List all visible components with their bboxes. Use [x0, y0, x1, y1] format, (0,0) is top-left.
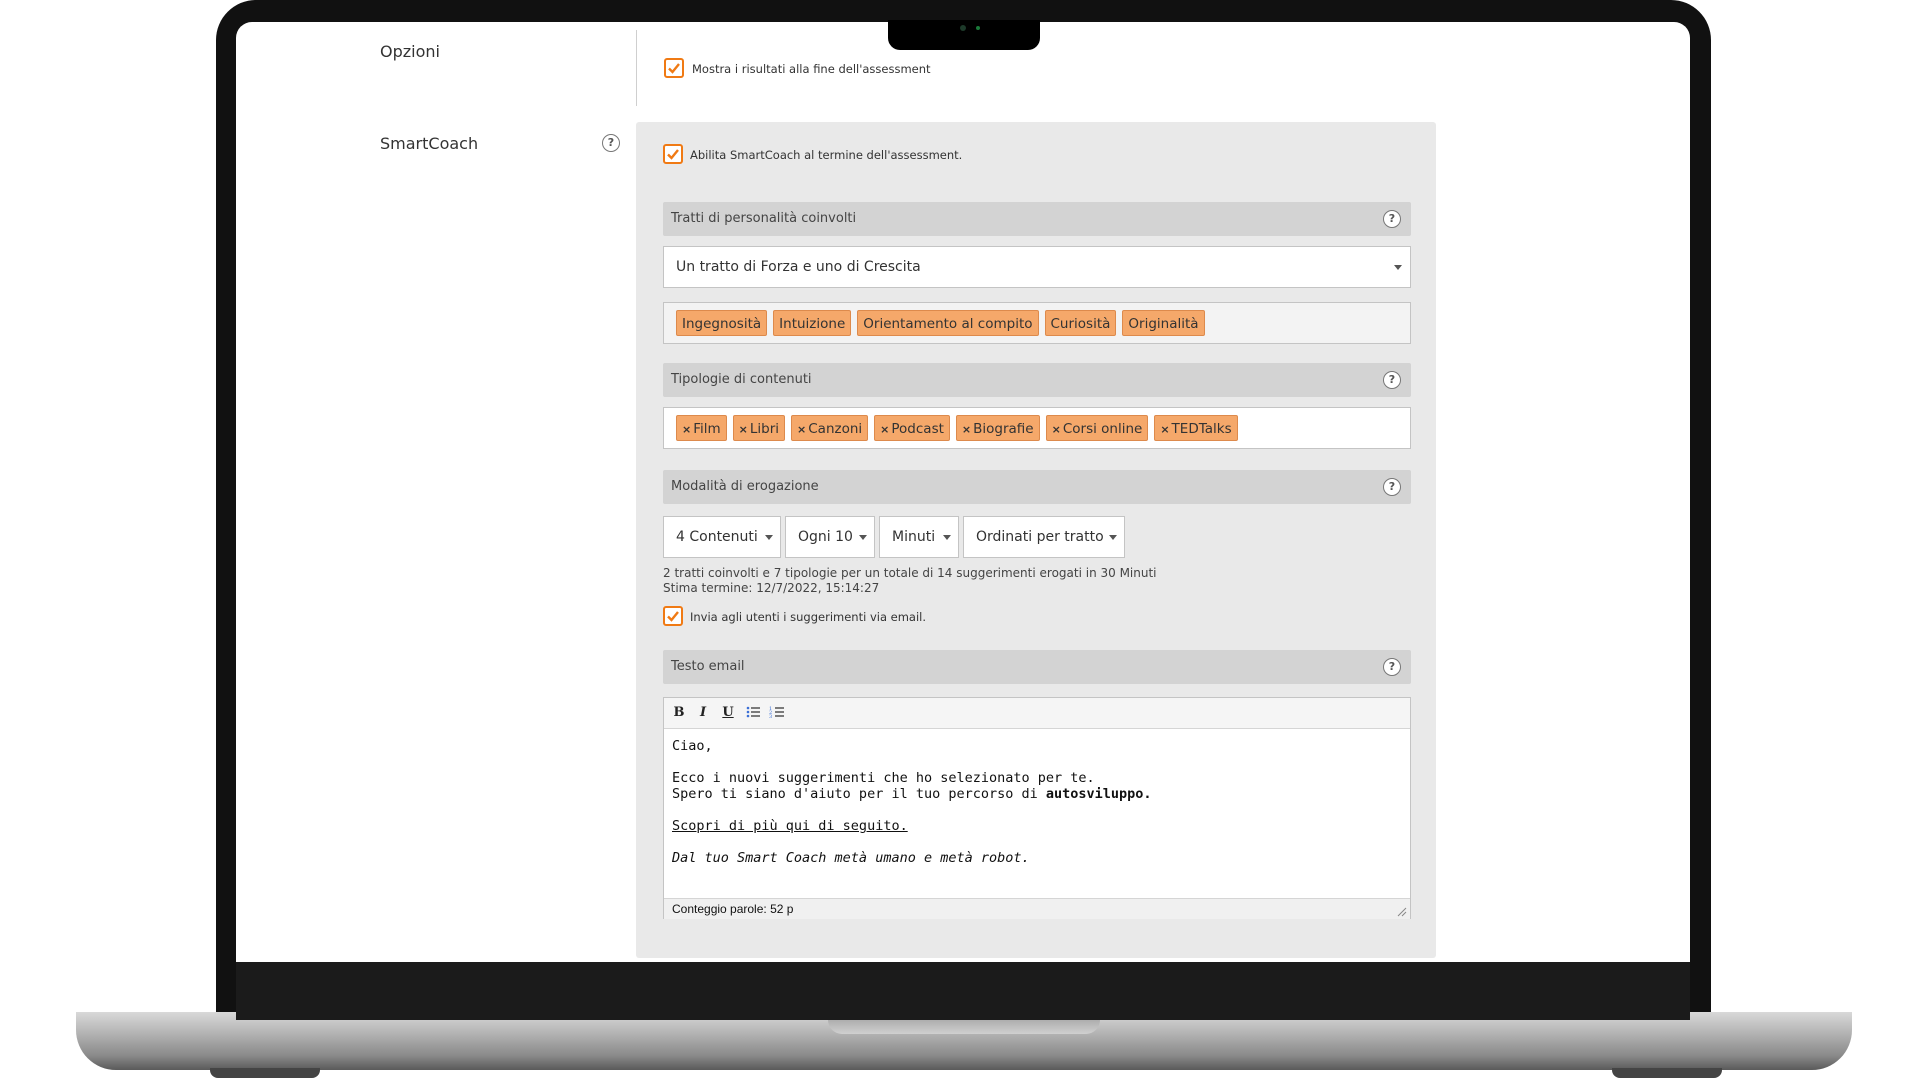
order-select[interactable]: Ordinati per tratto [963, 516, 1125, 558]
trait-tag: Orientamento al compito [857, 310, 1039, 336]
numbered-list-icon[interactable]: 123 [768, 704, 786, 722]
remove-tag-icon[interactable]: × [739, 423, 748, 436]
email-text-title: Testo email [671, 659, 745, 674]
trait-tag: Intuizione [773, 310, 852, 336]
underline-button[interactable]: U [719, 704, 737, 722]
traits-section-header: Tratti di personalità coinvolti ? [663, 202, 1411, 236]
laptop-screen: Opzioni Mostra i risultati alla fine del… [236, 22, 1690, 962]
italic-button[interactable]: I [694, 704, 712, 722]
email-text-section-header: Testo email ? [663, 650, 1411, 684]
content-types-title: Tipologie di contenuti [671, 372, 812, 387]
options-label: Opzioni [380, 42, 440, 61]
smartcoach-panel: Abilita SmartCoach al termine dell'asses… [636, 122, 1436, 958]
email-line-2: Spero ti siano d'aiuto per il tuo percor… [672, 786, 1152, 802]
camera-notch [888, 20, 1040, 50]
send-email-checkbox[interactable] [663, 606, 683, 626]
traits-tags-box: Ingegnosità Intuizione Orientamento al c… [663, 302, 1411, 344]
laptop-foot-left [210, 1068, 320, 1078]
trait-tag: Originalità [1122, 310, 1205, 336]
laptop-chin [236, 962, 1690, 1020]
time-unit-select[interactable]: Minuti [879, 516, 959, 558]
check-icon [668, 63, 680, 74]
smartcoach-help-icon[interactable]: ? [602, 134, 620, 152]
chevron-down-icon [1109, 535, 1117, 540]
email-bold-text: autosviluppo. [1045, 786, 1152, 802]
email-text-help-icon[interactable]: ? [1383, 658, 1401, 676]
send-email-label: Invia agli utenti i suggerimenti via ema… [690, 610, 927, 624]
traits-select-value: Un tratto di Forza e uno di Crescita [676, 259, 921, 275]
remove-tag-icon[interactable]: × [880, 423, 889, 436]
show-results-checkbox[interactable] [664, 58, 684, 78]
editor-toolbar: B I U 123 [664, 698, 1410, 729]
resize-grip-icon[interactable] [1397, 907, 1407, 917]
frequency-select[interactable]: Ogni 10 [785, 516, 875, 558]
remove-tag-icon[interactable]: × [1052, 423, 1061, 436]
email-greeting: Ciao, [672, 738, 713, 754]
delivery-estimate: Stima termine: 12/7/2022, 15:14:27 [663, 581, 880, 595]
remove-tag-icon[interactable]: × [682, 423, 691, 436]
content-types-help-icon[interactable]: ? [1383, 371, 1401, 389]
chevron-down-icon [943, 535, 951, 540]
traits-select[interactable]: Un tratto di Forza e uno di Crescita [663, 246, 1411, 288]
camera-led-icon [976, 26, 980, 30]
remove-tag-icon[interactable]: × [797, 423, 806, 436]
content-type-tag: × Film [676, 415, 727, 441]
enable-smartcoach-label: Abilita SmartCoach al termine dell'asses… [690, 148, 963, 162]
content-count-select[interactable]: 4 Contenuti [663, 516, 781, 558]
laptop-foot-right [1612, 1068, 1722, 1078]
content-type-tag: × Libri [732, 415, 786, 441]
content-type-tag: × Canzoni [791, 415, 869, 441]
email-signature: Dal tuo Smart Coach metà umano e metà ro… [672, 850, 1030, 866]
smartcoach-label: SmartCoach [380, 134, 479, 153]
check-icon [667, 611, 679, 622]
chevron-down-icon [859, 535, 867, 540]
content-type-tag: × Corsi online [1045, 415, 1149, 441]
content-types-tags-box[interactable]: × Film × Libri × Canzoni × Podcast × Biografi… [663, 407, 1411, 449]
camera-icon [960, 25, 966, 31]
content-type-tag: × Podcast [874, 415, 950, 441]
check-icon [667, 149, 679, 160]
delivery-section-header: Modalità di erogazione ? [663, 470, 1411, 504]
svg-text:3: 3 [769, 714, 772, 720]
traits-title: Tratti di personalità coinvolti [671, 211, 857, 226]
chevron-down-icon [765, 535, 773, 540]
options-divider [636, 30, 637, 106]
delivery-summary: 2 tratti coinvolti e 7 tipologie per un … [663, 566, 1157, 580]
enable-smartcoach-checkbox[interactable] [663, 144, 683, 164]
traits-help-icon[interactable]: ? [1383, 210, 1401, 228]
email-line-1: Ecco i nuovi suggerimenti che ho selezio… [672, 770, 1095, 786]
delivery-help-icon[interactable]: ? [1383, 478, 1401, 496]
email-link[interactable]: Scopri di più qui di seguito. [672, 818, 908, 834]
chevron-down-icon [1394, 265, 1402, 270]
bold-button[interactable]: B [670, 704, 688, 722]
trait-tag: Ingegnosità [676, 310, 768, 336]
trait-tag: Curiosità [1044, 310, 1117, 336]
delivery-title: Modalità di erogazione [671, 479, 819, 494]
email-editor[interactable]: B I U 123 Ciao, Ecco i nuovi suggeriment… [663, 697, 1411, 919]
remove-tag-icon[interactable]: × [1160, 423, 1169, 436]
content-type-tag: × Biografie [955, 415, 1040, 441]
bullet-list-icon[interactable] [744, 704, 762, 722]
editor-status-bar: Conteggio parole: 52 p [664, 898, 1410, 919]
remove-tag-icon[interactable]: × [962, 423, 971, 436]
word-count: Conteggio parole: 52 p [672, 902, 794, 916]
show-results-label: Mostra i risultati alla fine dell'assess… [692, 62, 931, 76]
content-types-section-header: Tipologie di contenuti ? [663, 363, 1411, 397]
content-type-tag: × TEDTalks [1154, 415, 1238, 441]
